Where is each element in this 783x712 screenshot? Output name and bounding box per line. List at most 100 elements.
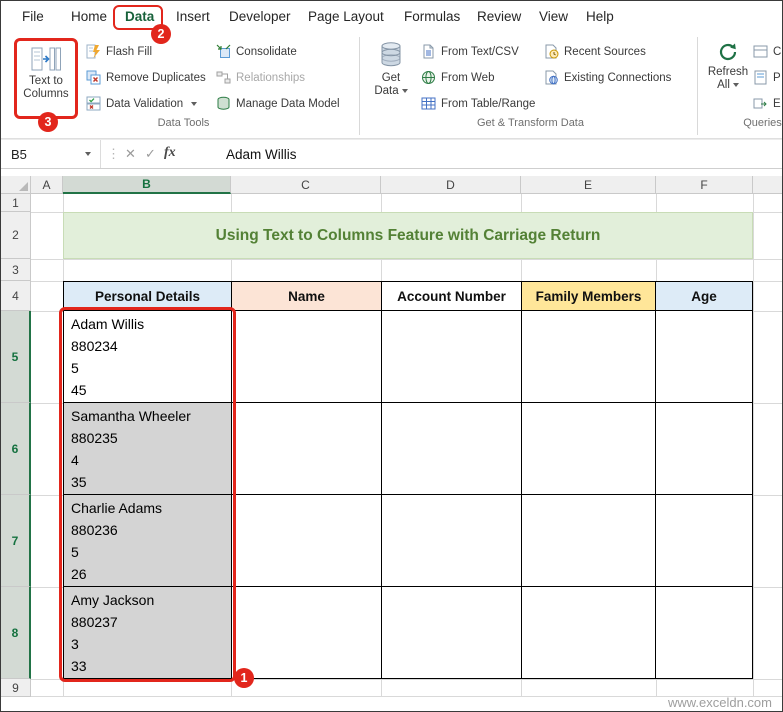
refresh-all-button[interactable]: Refresh All [701,41,755,92]
consolidate-label: Consolidate [236,46,297,58]
column-header-partial[interactable] [753,176,783,194]
menu-tab-help[interactable]: Help [586,9,614,24]
row-header-4[interactable]: 4 [1,281,31,311]
sheet-title-banner[interactable]: Using Text to Columns Feature with Carri… [63,212,753,259]
from-web-icon [421,70,436,85]
cell-e8[interactable] [522,587,656,678]
recent-sources-icon [544,44,559,59]
row-header-7[interactable]: 7 [1,495,31,587]
row-header-6[interactable]: 6 [1,403,31,495]
text-to-columns-button[interactable]: Text to Columns [20,46,72,101]
properties-icon [753,70,768,85]
menu-tab-file[interactable]: File [22,9,44,24]
annotation-badge-2: 2 [151,24,171,44]
table-header-name[interactable]: Name [232,282,382,311]
column-header-d[interactable]: D [381,176,521,194]
row-header-2[interactable]: 2 [1,212,31,259]
connections-button[interactable]: C [753,43,781,60]
flash-fill-icon [86,44,101,59]
column-header-e[interactable]: E [521,176,656,194]
formula-bar-handle[interactable]: ⋮ [107,146,120,162]
cell-e7[interactable] [522,495,656,587]
row-header-3[interactable]: 3 [1,259,31,281]
from-text-csv-button[interactable]: From Text/CSV [421,43,519,60]
enter-icon[interactable]: ✓ [145,146,156,162]
table-header-age[interactable]: Age [656,282,752,311]
flash-fill-button[interactable]: Flash Fill [86,43,152,60]
column-header-b[interactable]: B [63,176,231,194]
group-separator [697,37,698,135]
insert-function-icon[interactable]: fx [164,145,176,161]
cell-f6[interactable] [656,403,752,495]
edit-links-icon [753,96,768,111]
from-web-button[interactable]: From Web [421,69,494,86]
menu-tab-page-layout[interactable]: Page Layout [308,9,384,24]
column-header-a[interactable]: A [31,176,63,194]
cell-c8[interactable] [232,587,382,678]
excel-window: File Home Data Insert Developer Page Lay… [0,0,783,712]
menu-tab-view[interactable]: View [539,9,568,24]
text-to-columns-label-line1: Text to [29,75,63,88]
cell-d8[interactable] [382,587,522,678]
manage-data-model-label: Manage Data Model [236,98,340,110]
menu-tab-review[interactable]: Review [477,9,521,24]
cell-c7[interactable] [232,495,382,587]
remove-duplicates-button[interactable]: Remove Duplicates [86,69,206,86]
manage-data-model-button[interactable]: Manage Data Model [216,95,340,112]
table-header-family-members[interactable]: Family Members [522,282,656,311]
consolidate-button[interactable]: Consolidate [216,43,297,60]
recent-sources-label: Recent Sources [564,46,646,58]
cell-d7[interactable] [382,495,522,587]
chevron-down-icon [191,102,197,106]
consolidate-icon [216,44,231,59]
cell-d6[interactable] [382,403,522,495]
chevron-down-icon [733,83,739,87]
relationships-label: Relationships [236,72,305,84]
formula-input[interactable]: Adam Willis [226,140,297,168]
get-data-button[interactable]: Get Data [367,41,415,98]
cell-f7[interactable] [656,495,752,587]
table-header-account-number[interactable]: Account Number [382,282,522,311]
get-data-label-line2: Data [374,85,398,97]
select-all-corner[interactable] [1,176,31,194]
ribbon: Text to Columns 3 Flash Fill [1,31,782,139]
relationships-icon [216,70,231,85]
cell-e5[interactable] [522,311,656,403]
row-header-9[interactable]: 9 [1,679,31,697]
annotation-badge-3: 3 [38,112,58,132]
watermark: www.exceldn.com [668,695,772,710]
cell-f5[interactable] [656,311,752,403]
row-header-1[interactable]: 1 [1,194,31,212]
name-box-chevron-icon[interactable] [85,152,91,156]
cancel-icon[interactable]: ✕ [125,146,136,162]
menu-tab-developer[interactable]: Developer [229,9,291,24]
select-all-triangle-icon [19,182,28,191]
properties-button[interactable]: P [753,69,781,86]
menu-tab-home[interactable]: Home [71,9,107,24]
menu-tab-formulas[interactable]: Formulas [404,9,460,24]
from-table-range-button[interactable]: From Table/Range [421,95,535,112]
cell-c6[interactable] [232,403,382,495]
menu-tab-insert[interactable]: Insert [176,9,210,24]
name-box[interactable]: B5 [1,140,101,168]
spreadsheet-grid: A B C D E F 1 2 3 4 5 6 7 8 9 Using Text… [1,176,783,697]
row-header-8[interactable]: 8 [1,587,31,679]
annotation-box-text-to-columns: Text to Columns [14,38,78,119]
cell-c5[interactable] [232,311,382,403]
row-header-5[interactable]: 5 [1,311,31,403]
cell-d5[interactable] [382,311,522,403]
refresh-all-label-line1: Refresh [708,66,748,79]
cell-e6[interactable] [522,403,656,495]
existing-connections-button[interactable]: Existing Connections [544,69,671,86]
column-header-c[interactable]: C [231,176,381,194]
chevron-down-icon [402,89,408,93]
data-validation-label: Data Validation [106,98,183,110]
cell-f8[interactable] [656,587,752,678]
data-validation-button[interactable]: Data Validation [86,95,197,112]
edit-links-button[interactable]: E [753,95,781,112]
relationships-button[interactable]: Relationships [216,69,305,86]
existing-connections-label: Existing Connections [564,72,671,84]
annotation-badge-1: 1 [234,668,254,688]
recent-sources-button[interactable]: Recent Sources [544,43,646,60]
column-header-f[interactable]: F [656,176,753,194]
